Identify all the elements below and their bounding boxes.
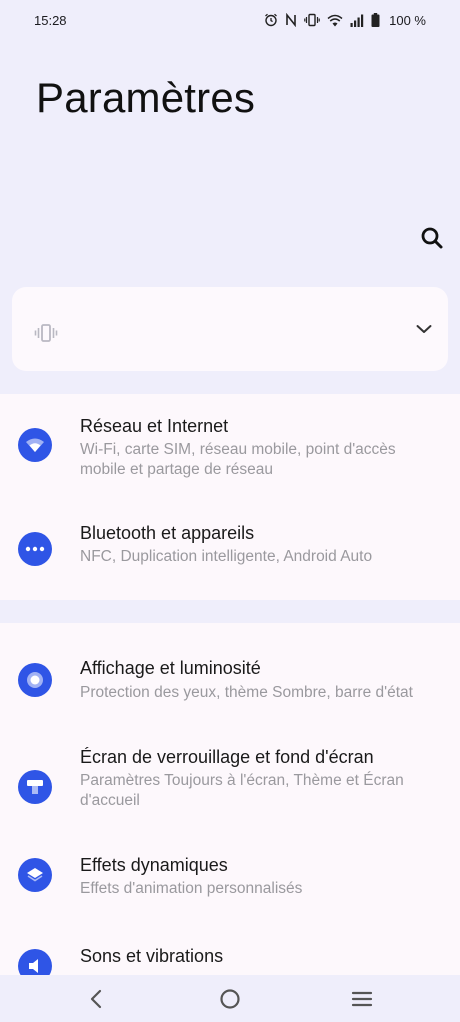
settings-item-title: Sons et vibrations bbox=[80, 946, 224, 966]
menu-button[interactable] bbox=[350, 987, 374, 1011]
home-icon bbox=[220, 989, 240, 1009]
sound-mode-card[interactable] bbox=[12, 287, 448, 371]
settings-item-subtitle: Paramètres Toujours à l'écran, Thème et … bbox=[80, 772, 404, 809]
back-button[interactable] bbox=[85, 987, 109, 1011]
battery-icon bbox=[371, 13, 380, 27]
wifi-icon bbox=[18, 428, 52, 462]
back-icon bbox=[90, 989, 102, 1009]
chevron-down-icon[interactable] bbox=[416, 323, 432, 335]
settings-group-connectivity: Réseau et Internet Wi-Fi, carte SIM, rés… bbox=[0, 394, 460, 600]
alarm-icon bbox=[265, 13, 278, 27]
settings-item-title: Affichage et luminosité bbox=[80, 658, 261, 678]
nfc-icon bbox=[286, 13, 296, 27]
search-icon bbox=[421, 227, 443, 249]
search-button[interactable] bbox=[418, 224, 446, 252]
wallpaper-icon bbox=[18, 770, 52, 804]
battery-percentage: 100 % bbox=[389, 12, 426, 28]
settings-item-subtitle: Protection des yeux, thème Sombre, barre… bbox=[80, 684, 413, 701]
vibrate-icon bbox=[34, 324, 58, 342]
status-bar: 15:28 100 % bbox=[0, 0, 460, 40]
settings-item-title: Bluetooth et appareils bbox=[80, 523, 255, 543]
page-title: Paramètres bbox=[36, 74, 256, 121]
settings-group-display: Affichage et luminosité Protection des y… bbox=[0, 623, 460, 975]
signal-icon bbox=[350, 14, 364, 27]
settings-item-display[interactable]: Affichage et luminosité Protection des y… bbox=[0, 623, 460, 733]
settings-item-subtitle: Wi-Fi, carte SIM, réseau mobile, point d… bbox=[80, 441, 396, 478]
settings-item-subtitle: Effets d'animation personnalisés bbox=[80, 880, 303, 897]
settings-item-bluetooth[interactable]: Bluetooth et appareils NFC, Duplication … bbox=[0, 500, 460, 600]
layers-icon bbox=[18, 858, 52, 892]
menu-icon bbox=[351, 991, 373, 1007]
status-time: 15:28 bbox=[34, 12, 67, 28]
settings-item-sound[interactable]: Sons et vibrations bbox=[0, 931, 460, 975]
settings-screen: 15:28 100 % Paramètres Réseau et Interne… bbox=[0, 0, 460, 1022]
settings-item-dynamic-effects[interactable]: Effets dynamiques Effets d'animation per… bbox=[0, 845, 460, 931]
settings-item-title: Effets dynamiques bbox=[80, 855, 228, 875]
settings-item-network[interactable]: Réseau et Internet Wi-Fi, carte SIM, rés… bbox=[0, 394, 460, 500]
settings-item-title: Réseau et Internet bbox=[80, 416, 229, 436]
more-dots-icon bbox=[18, 532, 52, 566]
settings-item-subtitle: NFC, Duplication intelligente, Android A… bbox=[80, 548, 373, 565]
settings-item-lockscreen[interactable]: Écran de verrouillage et fond d'écran Pa… bbox=[0, 733, 460, 845]
brightness-icon bbox=[18, 663, 52, 697]
settings-item-title: Écran de verrouillage et fond d'écran bbox=[80, 747, 374, 767]
status-icons: 100 % bbox=[264, 13, 426, 28]
navigation-bar bbox=[0, 975, 460, 1022]
home-button[interactable] bbox=[218, 987, 242, 1011]
wifi-icon bbox=[327, 14, 343, 26]
vibrate-icon bbox=[304, 13, 320, 27]
sound-icon bbox=[18, 949, 52, 975]
